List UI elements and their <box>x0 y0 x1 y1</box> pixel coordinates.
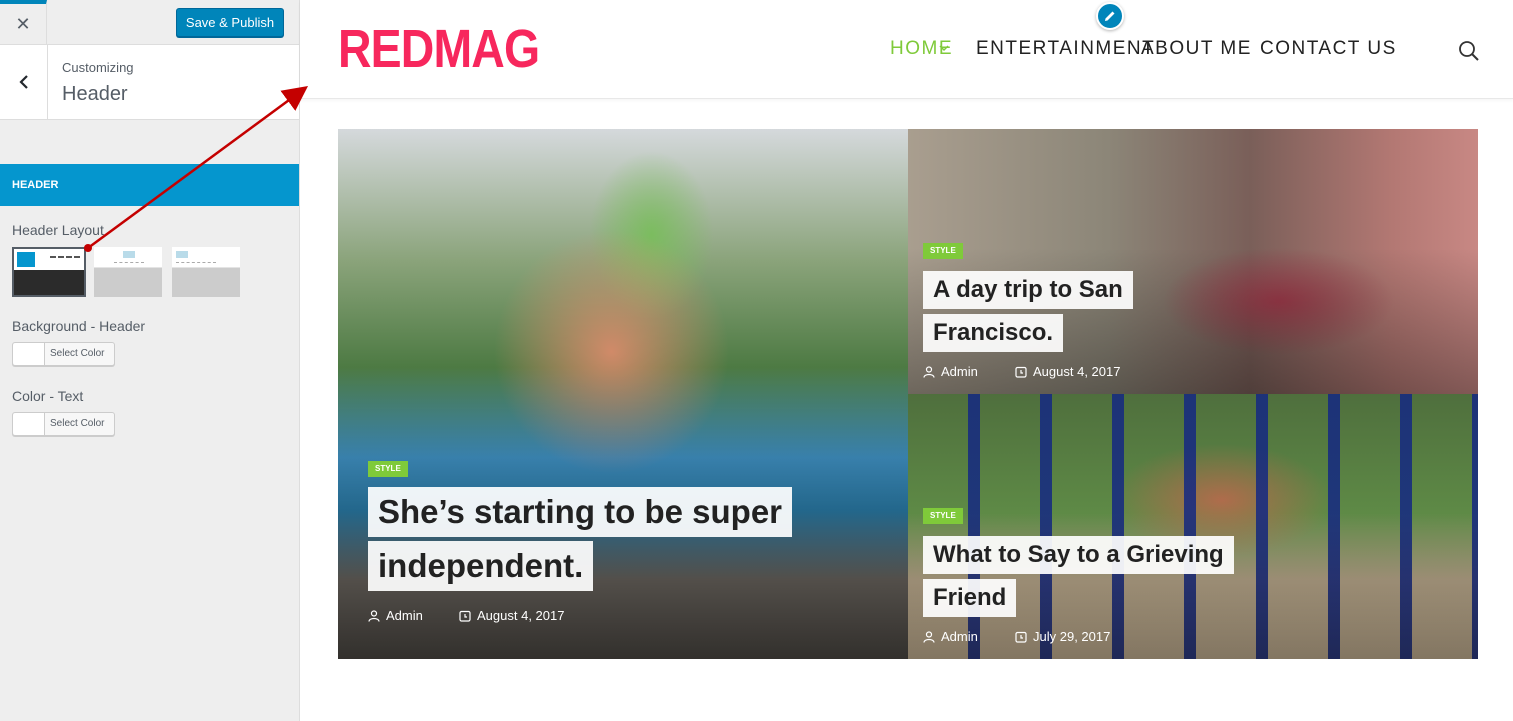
color-swatch <box>13 413 45 435</box>
nav-item-about[interactable]: ABOUT ME <box>1141 38 1252 60</box>
featured-post-3[interactable]: STYLE What to Say to a Grieving Friend A… <box>908 394 1478 659</box>
customizing-label: Customizing <box>62 60 134 75</box>
author-name: Admin <box>386 608 423 623</box>
color-text-label: Color - Text <box>12 388 84 404</box>
clock-icon <box>459 610 471 622</box>
layout-thumb-logo <box>123 251 135 258</box>
back-icon[interactable] <box>0 45 48 119</box>
section-bar-header[interactable]: HEADER <box>0 164 299 206</box>
post-date: August 4, 2017 <box>459 608 564 623</box>
customizer-sidebar: ✕ Save & Publish Customizing Header HEAD… <box>0 0 300 721</box>
layout-thumb-logo <box>176 251 188 258</box>
save-publish-button[interactable]: Save & Publish <box>176 8 284 37</box>
post-author[interactable]: Admin <box>923 629 978 644</box>
user-icon <box>368 609 380 622</box>
layout-thumb-logo <box>17 252 35 267</box>
nav-item-contact[interactable]: CONTACT US <box>1260 38 1397 60</box>
section-title: Header <box>62 83 128 105</box>
search-icon[interactable] <box>1457 39 1481 63</box>
layout-thumb-menu <box>50 256 80 258</box>
screen: ✕ Save & Publish Customizing Header HEAD… <box>0 0 1513 721</box>
post-date: August 4, 2017 <box>1015 364 1120 379</box>
post-title-line[interactable]: Francisco. <box>923 314 1064 352</box>
section-heading: Customizing Header <box>0 45 299 120</box>
post-date: July 29, 2017 <box>1015 629 1110 644</box>
featured-post-2[interactable]: STYLE A day trip to San Francisco. Admin… <box>908 129 1478 394</box>
post-tag[interactable]: STYLE <box>923 508 963 524</box>
select-color-label: Select Color <box>50 418 105 429</box>
layout-option-1[interactable] <box>12 247 86 297</box>
layout-thumb-menu <box>176 262 216 263</box>
text-color-picker[interactable]: Select Color <box>12 412 115 436</box>
background-color-picker[interactable]: Select Color <box>12 342 115 366</box>
layout-thumb-menu <box>114 262 144 263</box>
nav-item-entertainment[interactable]: ENTERTAINMENT <box>976 38 1155 60</box>
post-title-line[interactable]: Friend <box>923 579 1017 617</box>
customizer-header-bar: ✕ Save & Publish <box>0 0 299 45</box>
post-author[interactable]: Admin <box>923 364 978 379</box>
post-title-line[interactable]: independent. <box>368 541 594 591</box>
select-color-label: Select Color <box>50 348 105 359</box>
chevron-down-icon <box>939 42 949 55</box>
close-icon[interactable]: ✕ <box>0 0 47 45</box>
layout-option-3[interactable] <box>172 247 240 297</box>
color-swatch <box>13 343 45 365</box>
card-overlay <box>908 394 1478 659</box>
date-text: August 4, 2017 <box>1033 364 1121 379</box>
user-icon <box>923 365 935 378</box>
featured-post-1[interactable]: STYLE She’s starting to be super indepen… <box>338 129 908 659</box>
post-tag[interactable]: STYLE <box>923 243 963 259</box>
post-title-line[interactable]: What to Say to a Grieving <box>923 536 1234 574</box>
site-logo[interactable]: REDMAG <box>338 18 540 80</box>
clock-icon <box>1015 631 1027 643</box>
author-name: Admin <box>941 629 978 644</box>
site-header: REDMAG HOME ENTERTAINMENT ABOUT ME CONTA… <box>300 0 1513 99</box>
date-text: July 29, 2017 <box>1033 629 1111 644</box>
clock-icon <box>1015 366 1027 378</box>
site-preview: REDMAG HOME ENTERTAINMENT ABOUT ME CONTA… <box>300 0 1513 721</box>
post-author[interactable]: Admin <box>368 608 423 623</box>
background-header-label: Background - Header <box>12 318 146 334</box>
post-title-line[interactable]: A day trip to San <box>923 271 1133 309</box>
pencil-icon[interactable] <box>1096 2 1124 30</box>
card-overlay <box>908 129 1478 394</box>
date-text: August 4, 2017 <box>477 608 565 623</box>
layout-option-2[interactable] <box>94 247 162 297</box>
user-icon <box>923 630 935 643</box>
post-title-line[interactable]: She’s starting to be super <box>368 487 793 537</box>
header-layout-label: Header Layout <box>12 222 104 238</box>
author-name: Admin <box>941 364 978 379</box>
post-tag[interactable]: STYLE <box>368 461 408 477</box>
